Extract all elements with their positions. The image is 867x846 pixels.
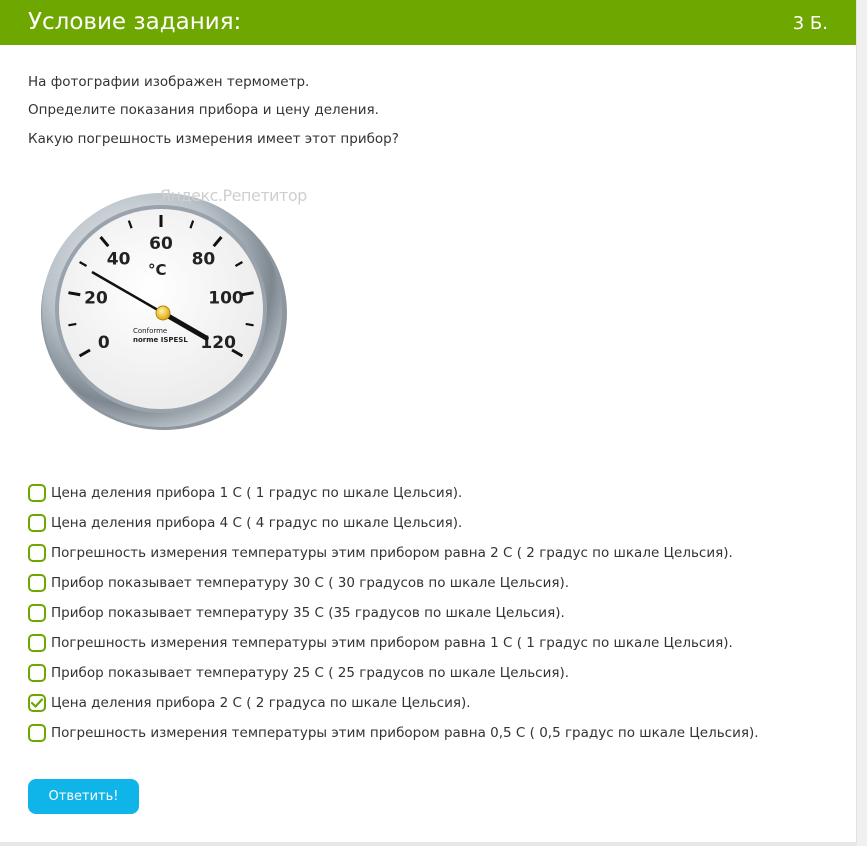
- checkbox[interactable]: [28, 664, 46, 682]
- answer-option-label: Погрешность измерения температуры этим п…: [51, 725, 759, 741]
- gauge-scale-label: 20: [84, 289, 108, 309]
- answer-option[interactable]: Прибор показывает температуру 30 С ( 30 …: [28, 568, 759, 598]
- answer-option[interactable]: Цена деления прибора 4 С ( 4 градус по ш…: [28, 508, 759, 538]
- answer-option-label: Погрешность измерения температуры этим п…: [51, 635, 733, 651]
- gauge-hub: [155, 305, 171, 321]
- gauge-scale-label: 60: [149, 234, 173, 254]
- gauge-scale-label: 40: [107, 249, 131, 269]
- gauge-tick: [68, 291, 81, 297]
- thermometer-gauge: 020406080100120 °C Conforme norme ISPESL: [41, 193, 287, 430]
- answer-options: Цена деления прибора 1 С ( 1 градус по ш…: [28, 478, 759, 748]
- task-title: Условие задания:: [28, 9, 242, 35]
- gauge-brand-line-1: Conforme: [133, 327, 167, 335]
- question-line-2: Определите показания прибора и цену деле…: [28, 102, 379, 118]
- answer-option[interactable]: Прибор показывает температуру 25 С ( 25 …: [28, 658, 759, 688]
- submit-answer-button[interactable]: Ответить!: [28, 779, 139, 814]
- checkbox[interactable]: [28, 634, 46, 652]
- checkbox-checked[interactable]: [28, 694, 46, 712]
- answer-option-label: Прибор показывает температуру 35 С (35 г…: [51, 605, 565, 621]
- checkbox[interactable]: [28, 574, 46, 592]
- checkbox[interactable]: [28, 544, 46, 562]
- question-line-1: На фотографии изображен термометр.: [28, 74, 310, 90]
- answer-option-label: Цена деления прибора 4 С ( 4 градус по ш…: [51, 515, 463, 531]
- checkbox[interactable]: [28, 514, 46, 532]
- answer-option-label: Цена деления прибора 2 С ( 2 градуса по …: [51, 695, 471, 711]
- checkbox[interactable]: [28, 484, 46, 502]
- gauge-scale-label: 100: [208, 289, 244, 309]
- answer-option[interactable]: Погрешность измерения температуры этим п…: [28, 538, 759, 568]
- check-icon: [31, 698, 43, 708]
- answer-option-label: Цена деления прибора 1 С ( 1 градус по ш…: [51, 485, 463, 501]
- answer-option[interactable]: Погрешность измерения температуры этим п…: [28, 718, 759, 748]
- answer-option[interactable]: Погрешность измерения температуры этим п…: [28, 628, 759, 658]
- image-watermark: Яндекс.Репетитор: [160, 186, 307, 205]
- scrollbar[interactable]: [856, 0, 867, 846]
- question-line-3: Какую погрешность измерения имеет этот п…: [28, 131, 399, 147]
- answer-option[interactable]: Цена деления прибора 1 С ( 1 градус по ш…: [28, 478, 759, 508]
- gauge-tick: [245, 322, 254, 327]
- gauge-unit: °C: [148, 261, 167, 279]
- answer-option-label: Прибор показывает температуру 25 С ( 25 …: [51, 665, 570, 681]
- answer-option[interactable]: Прибор показывает температуру 35 С (35 г…: [28, 598, 759, 628]
- answer-option[interactable]: Цена деления прибора 2 С ( 2 градуса по …: [28, 688, 759, 718]
- footer-divider: [0, 842, 857, 846]
- checkbox[interactable]: [28, 604, 46, 622]
- gauge-scale-label: 80: [192, 249, 216, 269]
- task-header: Условие задания: 3 Б.: [0, 0, 857, 45]
- task-points: 3 Б.: [792, 13, 828, 34]
- answer-option-label: Прибор показывает температуру 30 С ( 30 …: [51, 575, 570, 591]
- thermometer-image: 0 20 40 60 80 100 120 °C Conforme norme ISPESL: [30, 180, 300, 445]
- answer-option-label: Погрешность измерения температуры этим п…: [51, 545, 733, 561]
- gauge-scale-label: 0: [98, 333, 110, 353]
- gauge-tick: [68, 322, 77, 327]
- checkbox[interactable]: [28, 724, 46, 742]
- gauge-brand-line-2: norme ISPESL: [133, 336, 188, 344]
